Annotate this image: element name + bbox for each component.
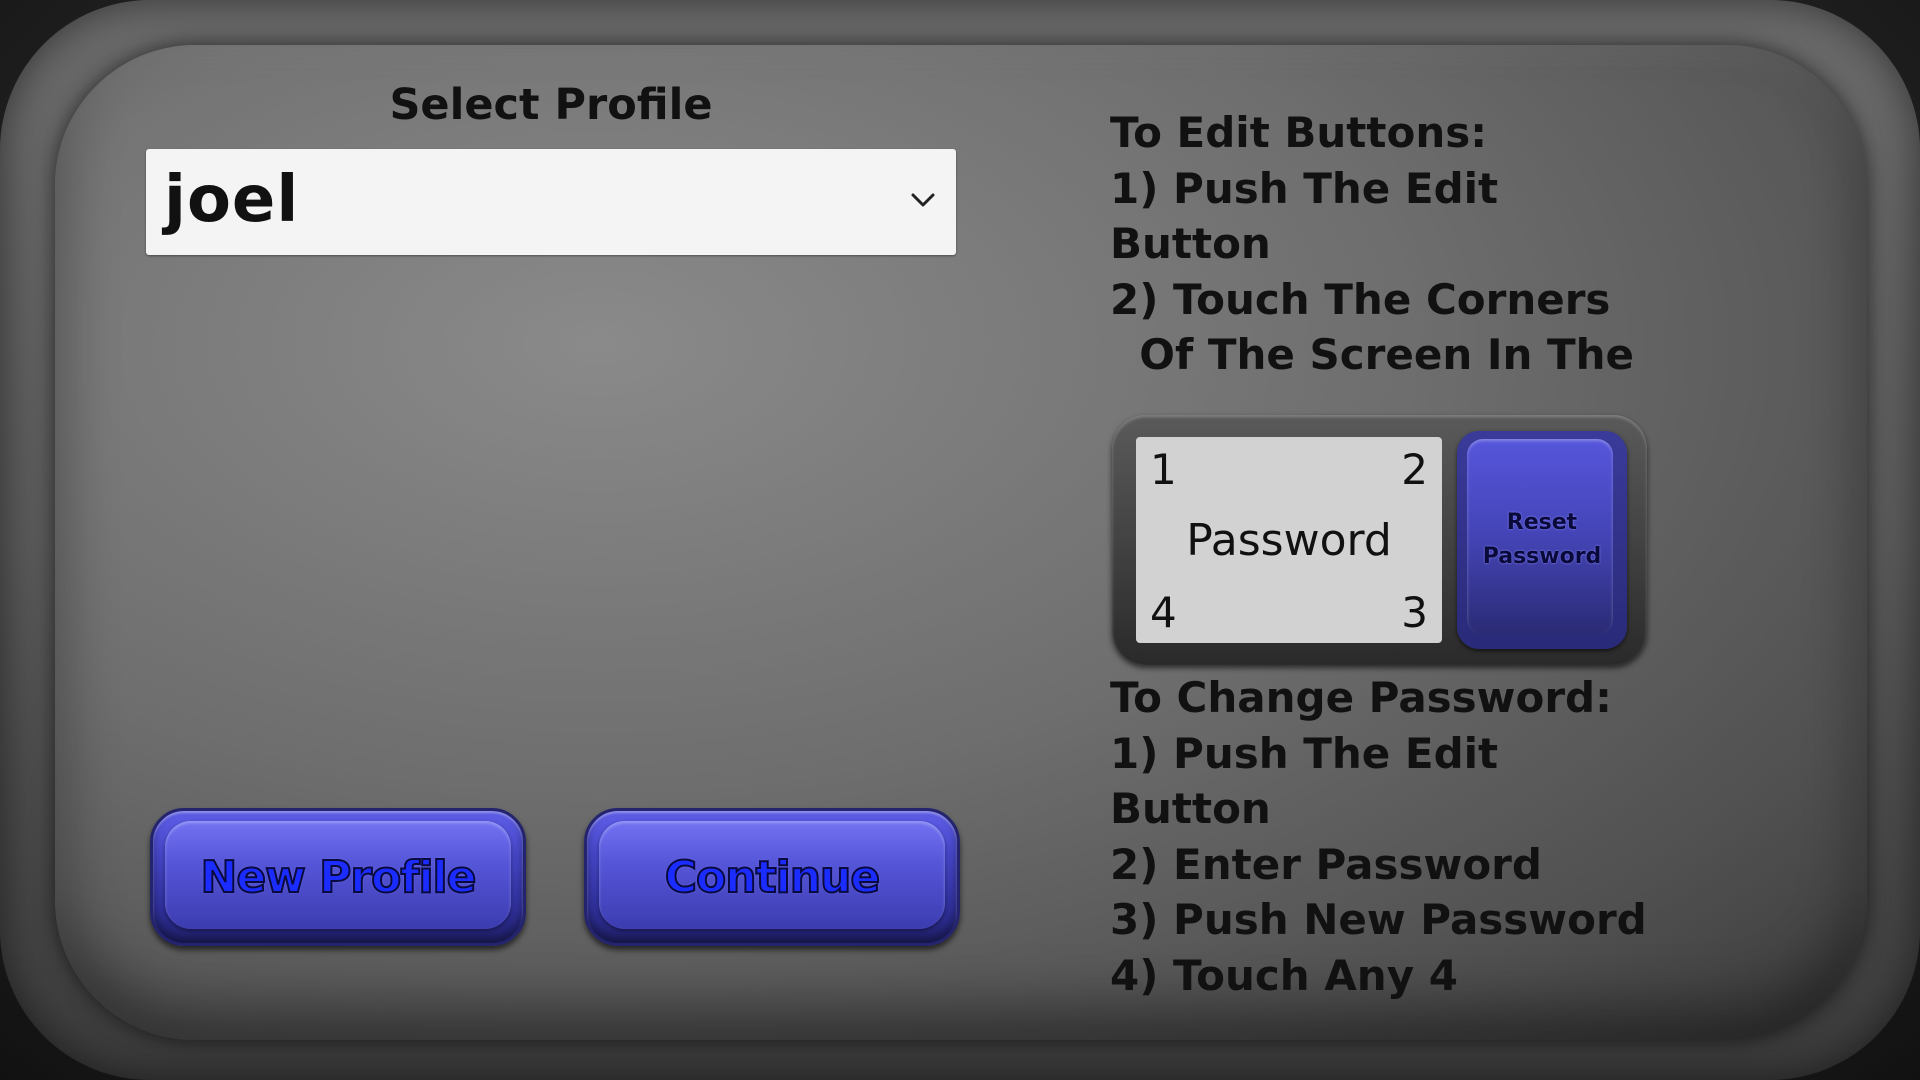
reset-password-button-label: Reset Password <box>1482 510 1602 569</box>
continue-button[interactable]: Continue <box>584 808 960 946</box>
edit-buttons-instructions: To Edit Buttons: 1) Push The Edit Button… <box>1110 108 1635 379</box>
new-profile-button[interactable]: New Profile <box>150 808 526 946</box>
reset-password-button[interactable]: Reset Password <box>1457 431 1627 649</box>
screen: Select Profile joel New Profile Continue… <box>0 0 1920 1080</box>
continue-button-label: Continue <box>664 851 881 904</box>
profile-dropdown[interactable]: joel <box>146 149 956 255</box>
password-widget: 1 2 3 4 Password Reset Password <box>1112 415 1647 665</box>
corner-1-label: 1 <box>1150 445 1177 494</box>
corner-4-label: 4 <box>1150 588 1177 637</box>
password-pad[interactable]: 1 2 3 4 Password <box>1136 437 1442 643</box>
chevron-down-icon <box>908 185 938 215</box>
select-profile-label: Select Profile <box>389 80 713 130</box>
change-password-instructions: To Change Password: 1) Push The Edit But… <box>1110 673 1647 1000</box>
corner-2-label: 2 <box>1401 445 1428 494</box>
new-profile-button-label: New Profile <box>200 851 478 904</box>
corner-3-label: 3 <box>1401 588 1428 637</box>
password-pad-label: Password <box>1186 515 1392 566</box>
profile-dropdown-value: joel <box>164 163 300 237</box>
